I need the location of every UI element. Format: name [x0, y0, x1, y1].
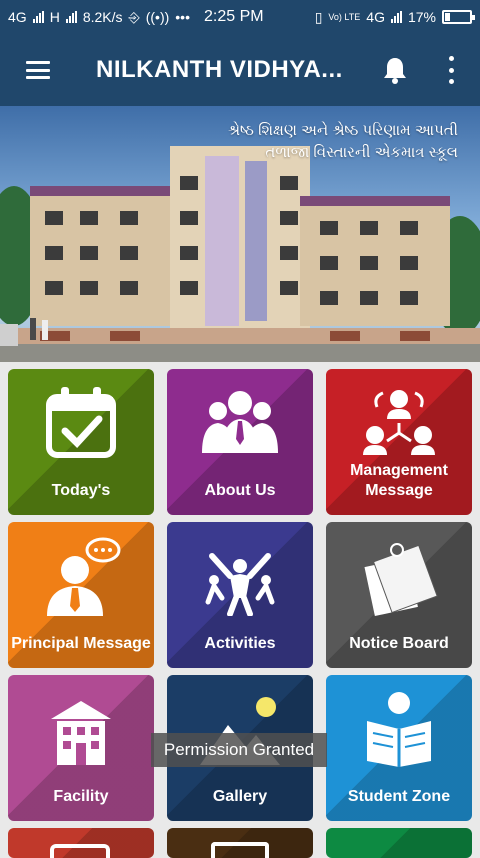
page-title: NILKANTH VIDHYA... [96, 56, 343, 83]
tile-label: Gallery [212, 788, 268, 805]
banner-tagline: શ્રેષ્ઠ શિક્ષણ અને શ્રેષ્ઠ પરિણામ આપતી ત… [228, 120, 458, 164]
network-type: 4G [366, 9, 385, 25]
pinned-notes-icon [364, 543, 438, 616]
calendar-check-icon [46, 387, 116, 458]
tagline-line2: તળાજા વિસ્તારની એકમાત્ર સ્કૂલ [265, 144, 458, 161]
more-notifications: ••• [175, 9, 190, 25]
usb-icon: ⎆ [128, 8, 140, 25]
tagline-line1: શ્રેષ્ઠ શિક્ષણ અને શ્રેષ્ઠ પરિણામ આપતી [227, 122, 458, 139]
building-icon [51, 701, 111, 765]
tile-activities[interactable]: Activities [167, 522, 313, 668]
tile-label: Activities [204, 635, 276, 652]
team-network-icon [363, 390, 435, 455]
carrier2-label: H [49, 9, 60, 25]
tile-principal-message[interactable]: Principal Message [8, 522, 154, 668]
group-people-icon [202, 391, 278, 453]
tile-label: Today's [51, 482, 111, 499]
carrier1-label: 4G [8, 9, 27, 25]
signal-icon-2 [65, 11, 77, 23]
battery-percent: 17% [407, 9, 436, 25]
tile-management-message[interactable]: Management Message [326, 369, 472, 515]
overflow-menu-icon[interactable] [446, 56, 456, 84]
toast-message: Permission Granted [151, 733, 327, 767]
tile-about-us[interactable]: About Us [167, 369, 313, 515]
tile-label: Principal Message [11, 635, 151, 652]
reading-student-icon [367, 692, 431, 767]
signal-icon [32, 11, 44, 23]
tile-label: Student Zone [347, 788, 451, 805]
tile-student-zone[interactable]: Student Zone [326, 675, 472, 821]
network-speed: 8.2K/s [82, 9, 123, 25]
notification-bell-icon[interactable] [382, 56, 408, 84]
hamburger-menu-icon[interactable] [26, 61, 50, 79]
vibrate-icon: ▯ [314, 8, 323, 25]
tile-label: Facility [53, 788, 109, 805]
tile-label: About Us [204, 482, 276, 499]
signal-icon-3 [390, 11, 402, 23]
tile-facility[interactable]: Facility [8, 675, 154, 821]
app-bar: NILKANTH VIDHYA... [0, 34, 480, 106]
tile-todays[interactable]: Today's [8, 369, 154, 515]
tile-notice-board[interactable]: Notice Board [326, 522, 472, 668]
hotspot-icon: ((•)) [145, 9, 170, 25]
clock: 2:25 PM [204, 8, 264, 25]
battery-icon [442, 10, 475, 24]
status-bar: 4G H 8.2K/s ⎆ ((•)) ••• 2:25 PM ▯ Vo) LT… [0, 0, 480, 34]
volte-label: Vo) LTE [328, 11, 361, 22]
tile-row4-3[interactable] [326, 828, 472, 858]
speaker-person-icon [47, 537, 121, 616]
school-banner: શ્રેષ્ઠ શિક્ષણ અને શ્રેષ્ઠ પરિણામ આપતી ત… [0, 106, 480, 362]
tile-label: Notice Board [349, 635, 449, 652]
tile-row4-2[interactable] [167, 828, 313, 858]
activities-people-icon [205, 553, 275, 616]
tile-row4-1[interactable] [8, 828, 154, 858]
tile-label: Management Message [350, 462, 448, 499]
